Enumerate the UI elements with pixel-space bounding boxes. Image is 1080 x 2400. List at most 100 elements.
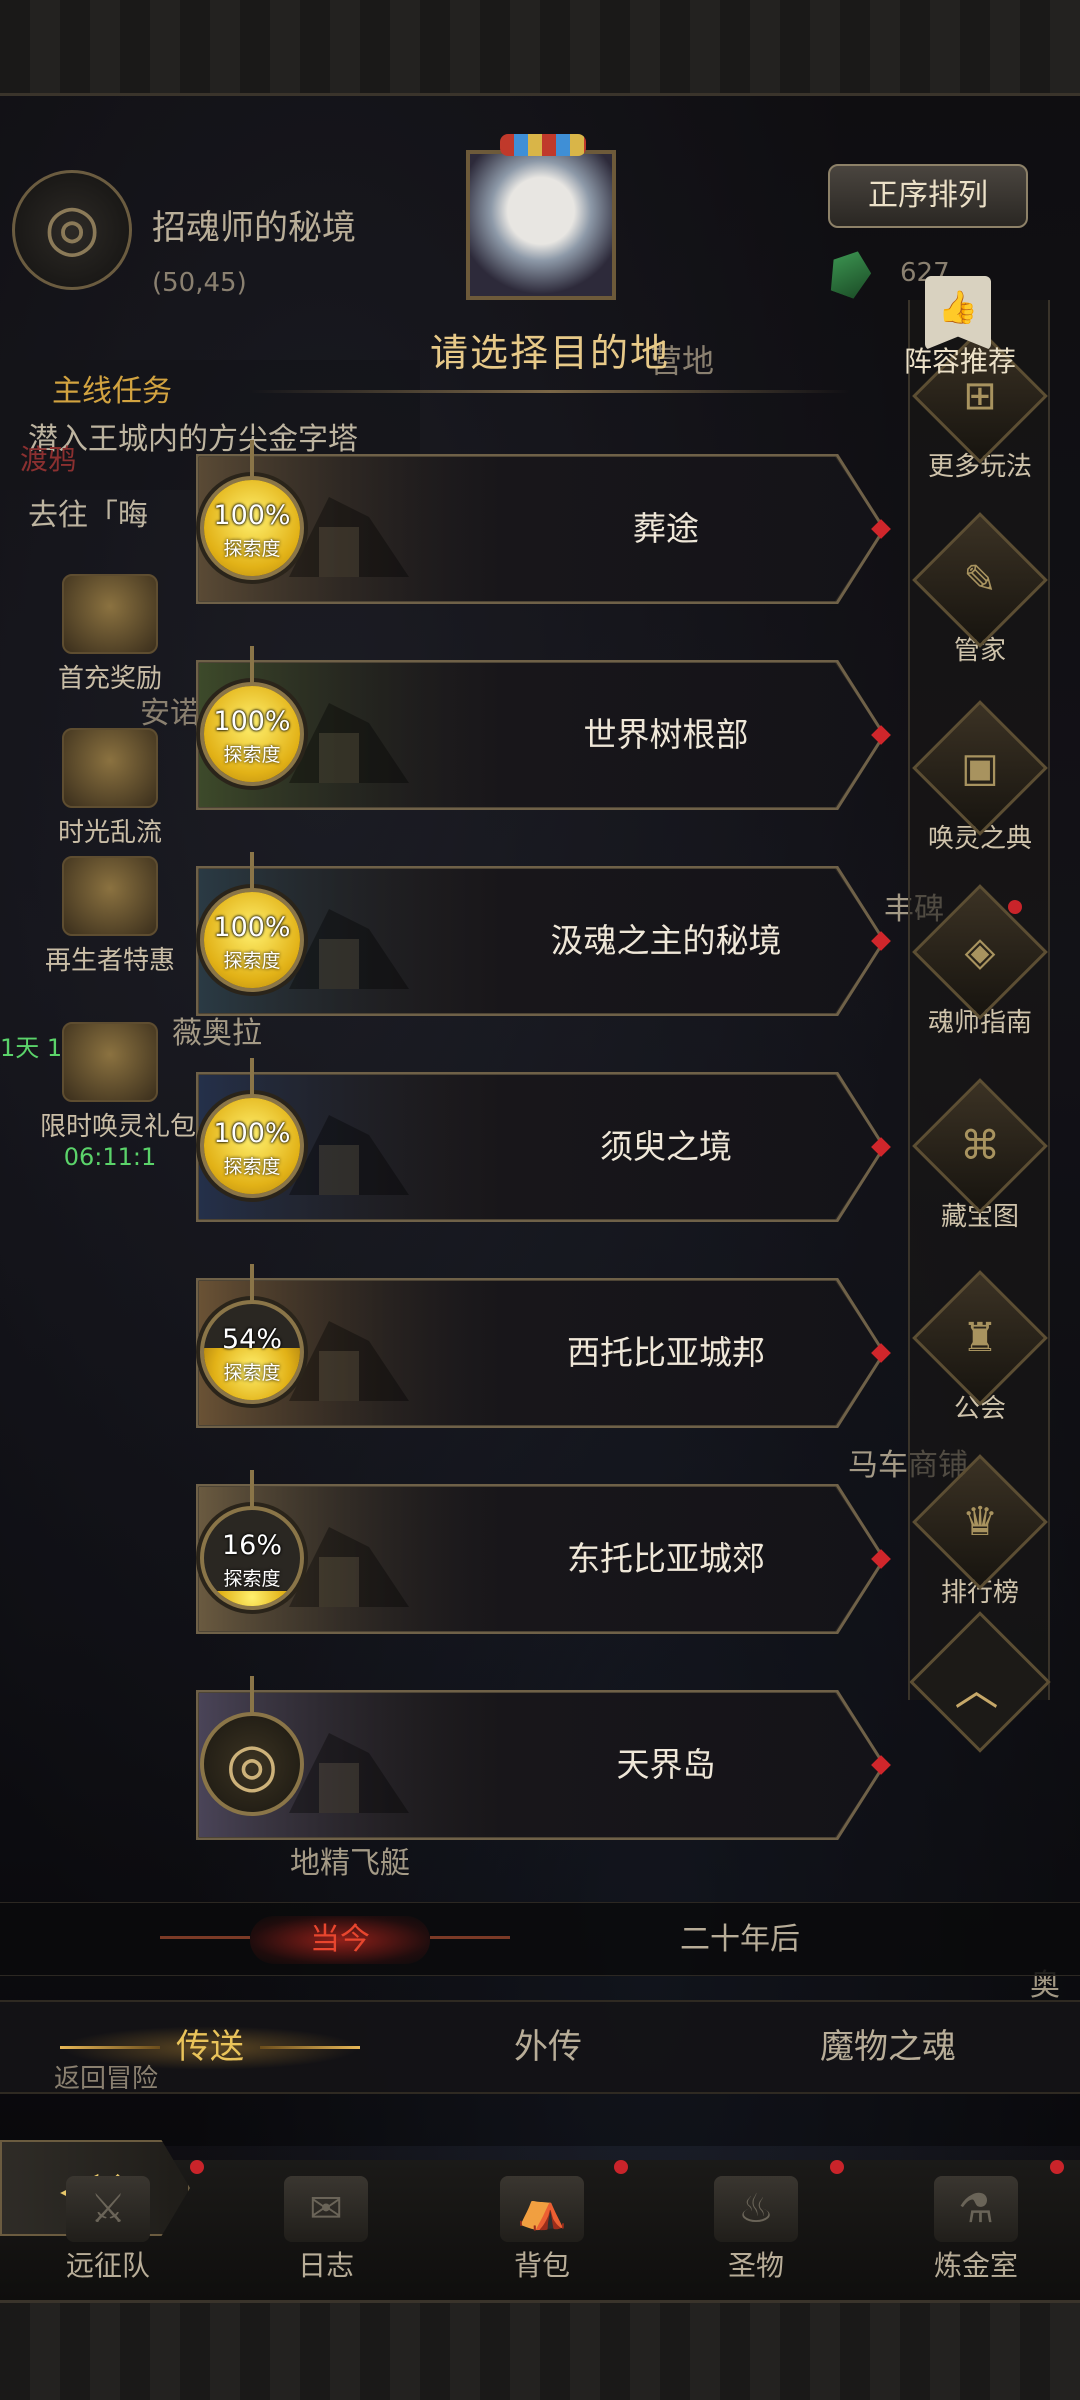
notification-dot <box>1050 2160 1064 2174</box>
left-menu-reborn-offer[interactable]: 再生者特惠 <box>40 856 180 977</box>
nav-alchemy[interactable]: ⚗ 炼金室 <box>896 2176 1056 2284</box>
destination-name: 天界岛 <box>616 1745 716 1784</box>
alchemy-icon: ⚗ <box>934 2176 1018 2242</box>
destination-name: 西托比亚城邦 <box>567 1333 765 1372</box>
map-emblem-icon <box>12 170 132 290</box>
swirl-emblem-icon: ◎ <box>200 1712 304 1816</box>
map-name: 招魂师的秘境 <box>152 208 356 248</box>
relic-icon: ♨ <box>714 2176 798 2242</box>
top-frame <box>0 0 1080 96</box>
badge-ornament <box>250 646 254 686</box>
era-ornament <box>430 1936 510 1939</box>
badge-ornament <box>250 1676 254 1716</box>
landmark-label: 地精飞艇 <box>290 1846 410 1881</box>
expedition-icon: ⚔ <box>66 2176 150 2242</box>
map-coordinates: (50,45) <box>152 268 247 298</box>
progress-fill <box>204 1590 300 1606</box>
quest-item: 潜入王城内的方尖金字塔 <box>28 422 358 457</box>
gift-box-icon <box>62 1022 158 1102</box>
nav-label: 背包 <box>513 2249 570 2282</box>
nav-label: 圣物 <box>727 2249 784 2282</box>
destination-name: 世界树根部 <box>583 715 749 754</box>
tab-teleport[interactable]: 传送 <box>90 2012 330 2082</box>
progress-percent: 100% <box>213 500 291 531</box>
vortex-icon <box>62 728 158 808</box>
guide-icon: ◈ <box>912 884 1048 1020</box>
destination-name: 东托比亚城郊 <box>567 1539 765 1578</box>
badge-ornament <box>250 1058 254 1098</box>
badge-ornament <box>250 440 254 480</box>
gift-box-icon <box>62 856 158 936</box>
left-menu-label: 再生者特惠 <box>44 946 175 976</box>
right-menu-item-guide[interactable]: ◈ 魂师指南 <box>900 884 1060 1039</box>
nav-label: 远征队 <box>65 2249 150 2282</box>
journal-icon: ✉ <box>284 2176 368 2242</box>
right-menu-item-guild[interactable]: ♜ 公会 <box>900 1270 1060 1425</box>
page-title: 请选择目的地 <box>429 331 670 375</box>
progress-percent: 16% <box>221 1530 282 1561</box>
chevron-up-icon: ︿ <box>954 1664 999 1716</box>
progress-percent: 54% <box>221 1324 282 1355</box>
nav-relic[interactable]: ♨ 圣物 <box>676 2176 836 2284</box>
right-menu-item-trophy[interactable]: ♛ 排行榜 <box>900 1454 1060 1609</box>
nav-backpack[interactable]: ⛺ 背包 <box>462 2176 622 2284</box>
left-menu-timer: 06:11:1 <box>63 1143 157 1171</box>
left-menu-label: 限时唤灵礼包 <box>40 1112 197 1142</box>
exploration-progress-badge: 100% 探索度 <box>200 1094 304 1198</box>
npc-label: 安诺 <box>140 696 200 731</box>
progress-sub-label: 探索度 <box>223 1156 281 1178</box>
title-divider <box>250 390 850 393</box>
exploration-progress-badge: 54% 探索度 <box>200 1300 304 1404</box>
bottom-frame <box>0 2300 1080 2400</box>
exploration-progress-badge: 100% 探索度 <box>200 682 304 786</box>
treasure-map-icon: ⌘ <box>912 1078 1048 1214</box>
exploration-progress-badge: 100% 探索度 <box>200 888 304 992</box>
progress-sub-label: 探索度 <box>223 1362 281 1384</box>
notification-dot <box>190 2160 204 2174</box>
quest-faint-label: 渡鸦 <box>20 443 77 476</box>
exploration-progress-badge: 16% 探索度 <box>200 1506 304 1610</box>
progress-percent: 100% <box>213 912 291 943</box>
left-menu-limited-pack[interactable]: 限时唤灵礼包 06:11:1 <box>40 1022 197 1171</box>
progress-sub-label: 探索度 <box>223 1568 281 1590</box>
era-tab-now[interactable]: 当今 <box>250 1916 430 1964</box>
nav-label: 炼金室 <box>933 2249 1018 2282</box>
era-tab-bar <box>0 1902 1080 1976</box>
nav-journal[interactable]: ✉ 日志 <box>246 2176 406 2284</box>
guild-icon: ♜ <box>912 1270 1048 1406</box>
progress-sub-label: 探索度 <box>223 950 281 972</box>
notification-dot <box>1008 900 1022 914</box>
tab-side-story[interactable]: 外传 <box>428 2012 668 2082</box>
destination-name: 须臾之境 <box>600 1127 732 1166</box>
badge-ornament <box>250 1470 254 1510</box>
right-menu-item-butler[interactable]: ✎ 管家 <box>900 512 1060 667</box>
notification-dot <box>614 2160 628 2174</box>
era-ornament <box>160 1936 250 1939</box>
right-menu-item-book[interactable]: ▣ 唤灵之典 <box>900 700 1060 855</box>
chest-icon <box>62 574 158 654</box>
left-menu-first-recharge[interactable]: 首充奖励 <box>40 574 180 695</box>
trophy-icon: ♛ <box>912 1454 1048 1590</box>
right-menu-item-treasure-map[interactable]: ⌘ 藏宝图 <box>900 1078 1060 1233</box>
quest-item: 去往「晦 <box>28 498 148 533</box>
progress-sub-label: 探索度 <box>223 538 281 560</box>
backpack-icon: ⛺ <box>500 2176 584 2242</box>
book-icon: ▣ <box>912 700 1048 836</box>
hero-portrait <box>466 134 616 300</box>
tab-monster-soul[interactable]: 魔物之魂 <box>768 2012 1008 2082</box>
exploration-progress-badge: 100% 探索度 <box>200 476 304 580</box>
progress-percent: 100% <box>213 1118 291 1149</box>
destination-name: 葬途 <box>633 509 699 548</box>
progress-percent: 100% <box>213 706 291 737</box>
nav-label: 日志 <box>297 2249 354 2282</box>
sort-order-button[interactable]: 正序排列 <box>828 164 1028 228</box>
progress-sub-label: 探索度 <box>223 744 281 766</box>
notification-dot <box>830 2160 844 2174</box>
era-tab-future[interactable]: 二十年后 <box>640 1916 840 1964</box>
left-menu-time-rift[interactable]: 时光乱流 <box>40 728 180 849</box>
destination-name: 汲魂之主的秘境 <box>550 921 782 960</box>
nav-expedition[interactable]: ⚔ 远征队 <box>28 2176 188 2284</box>
badge-ornament <box>250 1264 254 1304</box>
butler-icon: ✎ <box>912 512 1048 648</box>
left-menu-label: 时光乱流 <box>57 818 162 848</box>
